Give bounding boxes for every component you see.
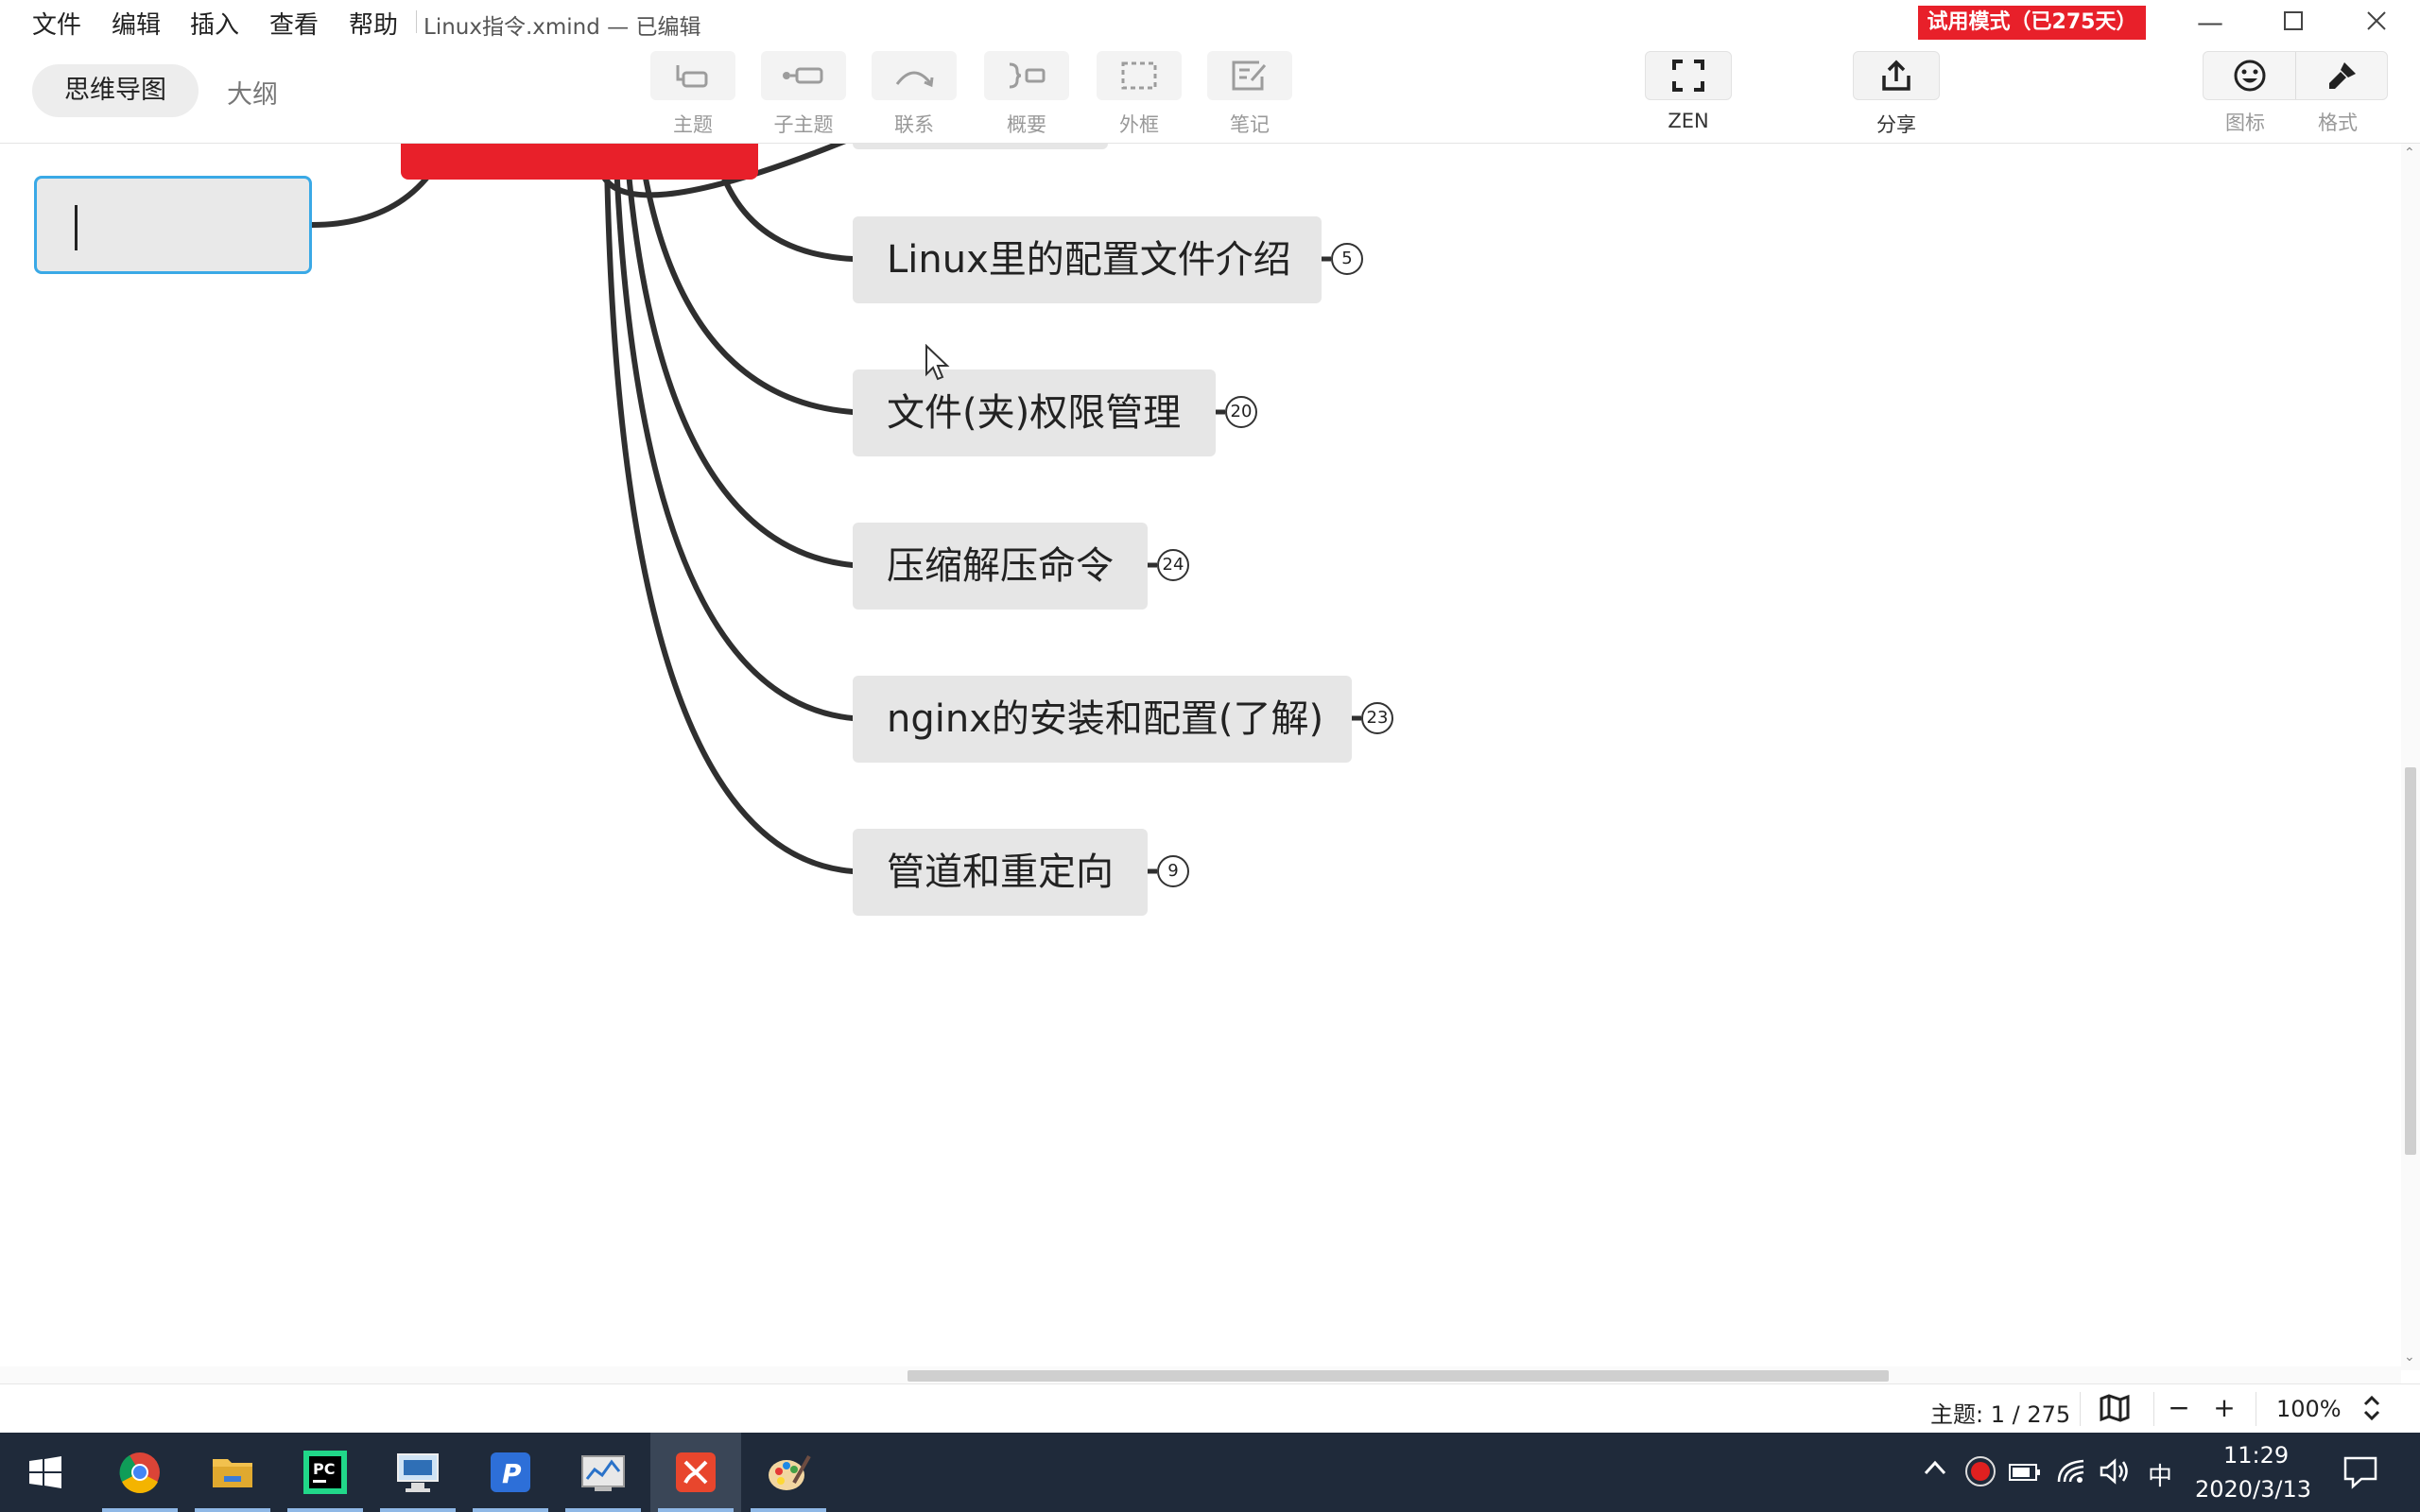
toolbar: 思维导图 大纲 主题 子主题 联系 概要 外框 笔记 ZEN 分享 图标 格式 [0,45,2420,144]
note-label: 笔记 [1230,113,1270,136]
text-caret [75,205,78,250]
topic-button[interactable]: 主题 [650,51,735,138]
zoom-level[interactable]: 100% [2276,1396,2342,1422]
xmind-window: 文件 编辑 插入 查看 帮助 Linux指令.xmind — 已编辑 试用模式（… [0,0,2420,1512]
relationship-button[interactable]: 联系 [872,51,957,138]
p-app-icon[interactable]: P [465,1433,556,1512]
subtopic-button[interactable]: 子主题 [761,51,846,138]
topic-edit-input[interactable] [34,176,312,274]
icon-panel-label: 图标 [2225,112,2265,134]
mindmap-tab-label: 思维导图 [64,76,166,105]
vertical-scrollbar[interactable]: ⌃ ⌄ [2401,144,2420,1370]
windows-taskbar: PC P 中 11:29 2020/3/13 [0,1433,2420,1512]
subtopic-icon [761,51,846,100]
menu-file[interactable]: 文件 [32,6,81,41]
paintbrush-icon[interactable] [2296,52,2388,99]
relationship-label: 联系 [894,113,934,136]
svg-text:P: P [502,1458,522,1489]
minimize-icon[interactable]: — [2184,4,2237,42]
maximize-icon[interactable] [2267,4,2320,42]
collapse-count-badge[interactable]: 23 [1361,702,1393,734]
summary-label: 概要 [1007,113,1046,136]
menu-insert[interactable]: 插入 [190,6,239,41]
smiley-icon[interactable] [2204,52,2295,99]
clock-time[interactable]: 11:29 [2223,1442,2289,1469]
topic-count: 主题: 1 / 275 [1930,1401,2071,1428]
zoom-in-icon[interactable]: + [2208,1394,2240,1424]
summary-icon [984,51,1069,100]
topic-nginx[interactable]: nginx的安装和配置(了解) [853,676,1352,763]
record-icon[interactable] [1964,1455,1996,1491]
clock-date[interactable]: 2020/3/13 [2195,1476,2311,1503]
zen-label: ZEN [1668,110,1709,132]
share-label: 分享 [1876,113,1916,136]
subtopic-label: 子主题 [773,113,834,136]
mouse-pointer-icon [925,344,950,381]
topic-config-files[interactable]: Linux里的配置文件介绍 [853,216,1322,303]
central-topic[interactable] [401,144,758,180]
zoom-out-icon[interactable]: − [2163,1394,2195,1424]
summary-button[interactable]: 概要 [984,51,1069,138]
menu-view[interactable]: 查看 [269,6,319,41]
wifi-icon[interactable] [2055,1457,2087,1489]
notification-center-icon[interactable] [2342,1455,2378,1493]
collapse-count-badge[interactable]: 9 [1157,855,1189,887]
format-panel-label: 格式 [2318,112,2358,134]
paint-app-icon[interactable] [743,1433,834,1512]
topic-compression[interactable]: 压缩解压命令 [853,523,1148,610]
map-icon[interactable] [2099,1394,2131,1424]
topic-icon [650,51,735,100]
topic-pipes-redirect[interactable]: 管道和重定向 [853,829,1148,916]
close-icon[interactable] [2350,4,2403,42]
svg-text:PC: PC [313,1460,335,1478]
relationship-icon [872,51,957,100]
share-button[interactable]: 分享 [1853,51,1940,138]
zoom-stepper-icon[interactable] [2356,1394,2388,1424]
ime-indicator[interactable]: 中 [2148,1457,2172,1492]
scroll-up-icon[interactable]: ⌃ [2404,146,2415,161]
chrome-icon[interactable] [95,1433,185,1512]
vertical-scroll-thumb[interactable] [2405,767,2416,1155]
boundary-button[interactable]: 外框 [1097,51,1182,138]
document-title-text: Linux指令.xmind — 已编辑 [424,15,701,40]
trial-mode-badge[interactable]: 试用模式（已275天） [1918,6,2146,40]
fullscreen-icon [1645,51,1732,100]
outline-tab[interactable]: 大纲 [227,74,278,111]
horizontal-scroll-thumb[interactable] [908,1370,1889,1382]
windows-start-icon[interactable] [0,1433,91,1512]
file-explorer-icon[interactable] [187,1433,278,1512]
collapse-count-badge[interactable]: 5 [1331,243,1363,275]
mindmap-canvas[interactable]: Linux里的配置文件介绍 5 文件(夹)权限管理 20 压缩解压命令 24 n… [0,144,2401,1370]
horizontal-scrollbar[interactable] [0,1366,2401,1383]
volume-icon[interactable] [2099,1457,2131,1489]
menu-help[interactable]: 帮助 [349,6,398,41]
status-bar: 主题: 1 / 275 − + 100% [0,1383,2420,1433]
note-icon [1207,51,1292,100]
boundary-icon [1097,51,1182,100]
panel-toggles [2203,51,2388,100]
xmind-taskbar-icon[interactable] [650,1433,741,1512]
mindmap-tab[interactable]: 思维导图 [32,64,199,117]
tray-expand-icon[interactable] [1923,1459,1947,1480]
monitor-app-icon[interactable] [558,1433,648,1512]
note-button[interactable]: 笔记 [1207,51,1292,138]
menu-edit[interactable]: 编辑 [112,6,161,41]
boundary-label: 外框 [1119,113,1159,136]
scroll-down-icon[interactable]: ⌄ [2404,1349,2415,1365]
remote-desktop-icon[interactable] [372,1433,463,1512]
share-icon [1853,51,1940,100]
topic-partial-top[interactable] [853,144,1108,149]
menu-bar: 文件 编辑 插入 查看 帮助 Linux指令.xmind — 已编辑 试用模式（… [0,0,2420,45]
document-title: Linux指令.xmind — 已编辑 [416,9,701,41]
pycharm-icon[interactable]: PC [280,1433,371,1512]
zen-button[interactable]: ZEN [1645,51,1732,132]
collapse-count-badge[interactable]: 24 [1157,549,1189,581]
topic-label: 主题 [673,113,713,136]
collapse-count-badge[interactable]: 20 [1225,396,1257,428]
topic-permissions[interactable]: 文件(夹)权限管理 [853,369,1216,456]
battery-icon[interactable] [2008,1459,2042,1487]
